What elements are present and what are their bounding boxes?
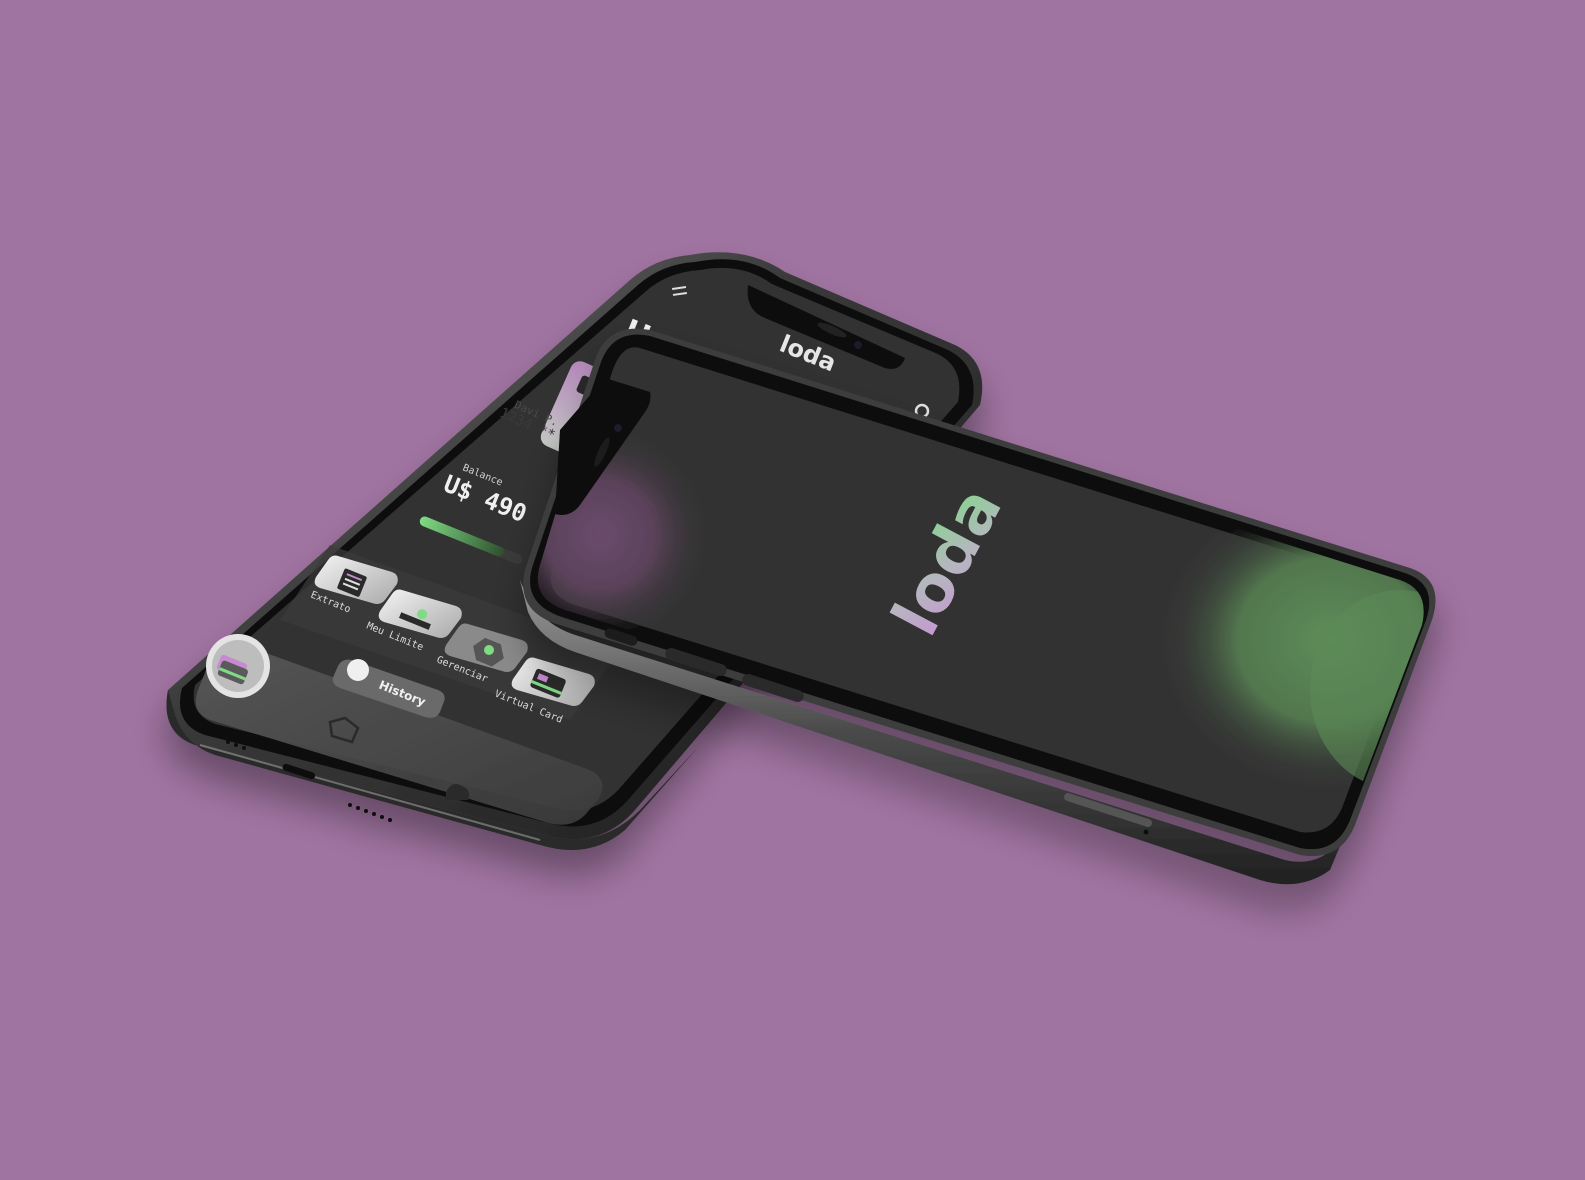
cards-nav-button[interactable] xyxy=(206,634,270,698)
phones-mockup-scene: loda He Davi P. 1234 ** Balance U$ 490 xyxy=(166,252,1436,885)
